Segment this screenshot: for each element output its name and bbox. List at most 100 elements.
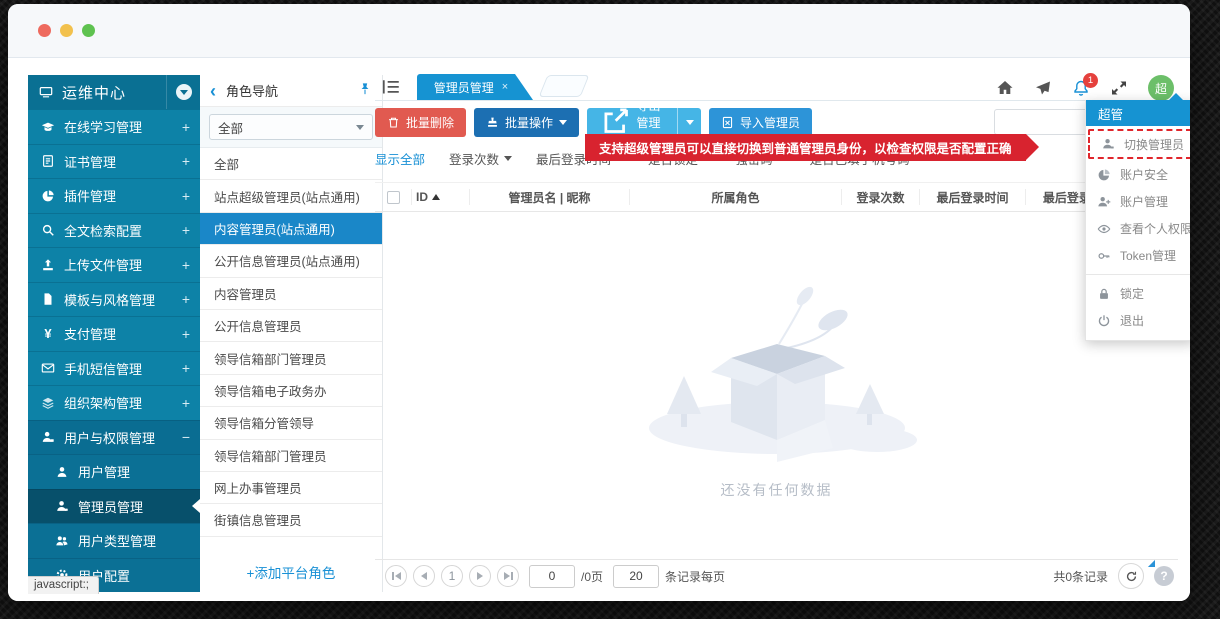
batch-operations-button[interactable]: 批量操作 [474,108,579,137]
main-sidebar: 运维中心 在线学习管理 + 证书管理 + 插件管理 + 全文检索配置 [28,75,200,592]
expand-toggle[interactable]: + [182,395,190,411]
sidebar-subitem-user-management[interactable]: 用户管理 [28,454,200,489]
menu-item-view-permissions[interactable]: 查看个人权限 [1086,215,1190,242]
expand-toggle[interactable]: + [182,360,190,376]
role-item[interactable]: 领导信箱电子政务办 [200,375,382,407]
expand-toggle[interactable]: + [182,188,190,204]
certificate-icon [40,153,56,169]
role-item-active[interactable]: 内容管理员(站点通用) [200,213,382,245]
graduation-cap-icon [40,119,56,135]
current-page-button[interactable]: 1 [441,565,463,587]
sidebar-item-templates[interactable]: 模板与风格管理 + [28,282,200,317]
sidebar-item-fulltext-search[interactable]: 全文检索配置 + [28,213,200,248]
sidebar-collapse-button[interactable] [166,75,200,109]
page-size-input[interactable] [613,565,659,588]
chevron-down-icon [356,125,364,130]
menu-item-account-management[interactable]: 账户管理 [1086,188,1190,215]
minimize-window-button[interactable] [60,24,73,37]
role-filter-select[interactable]: 全部 [209,114,373,140]
import-admins-button[interactable]: 导入管理员 [709,108,812,137]
help-icon[interactable]: ? [1154,566,1174,586]
select-all-checkbox[interactable] [387,191,400,204]
sidebar-item-plugins[interactable]: 插件管理 + [28,178,200,213]
pagination-right: 共0条记录 ? [1053,563,1174,589]
export-icon [599,108,630,137]
prev-page-button[interactable] [413,565,435,587]
role-item[interactable]: 领导信箱分管领导 [200,407,382,439]
expand-toggle[interactable]: + [182,257,190,273]
tab-admin-management[interactable]: 管理员管理 × [417,74,533,100]
pie-chart-icon [40,188,56,204]
batch-delete-button[interactable]: 批量删除 [375,108,466,137]
notifications-bell-icon[interactable]: 1 [1072,79,1090,97]
menu-item-account-security[interactable]: 账户安全 [1086,161,1190,188]
role-item[interactable]: 街镇信息管理员 [200,504,382,536]
user-icon [54,464,70,480]
add-platform-role-link[interactable]: +添加平台角色 [200,562,382,582]
notification-badge: 1 [1083,73,1098,88]
sidebar-item-online-learning[interactable]: 在线学习管理 + [28,109,200,144]
filter-show-all[interactable]: 显示全部 [375,149,425,168]
expand-toggle[interactable]: + [182,291,190,307]
sidebar-subitem-admin-management[interactable]: 管理员管理 [28,489,200,524]
sidebar-subitem-user-types[interactable]: 用户类型管理 [28,523,200,558]
menu-item-lock[interactable]: 锁定 [1086,280,1190,307]
role-item[interactable]: 全部 [200,148,382,180]
column-admin-name: 管理员名 | 昵称 [469,189,629,205]
role-item[interactable]: 公开信息管理员 [200,310,382,342]
export-admins-split-button[interactable]: 导出管理员 [587,108,701,137]
toolbar: 批量删除 批量操作 导出管理员 导入管理员 [375,107,1178,137]
export-dropdown-button[interactable] [677,108,701,137]
user-dropdown-menu: 超管 切换管理员 账户安全 账户管理 查看个人权限 Toke [1085,100,1190,341]
expand-toggle[interactable]: + [182,119,190,135]
menu-item-switch-admin[interactable]: 切换管理员 [1090,131,1190,157]
role-item[interactable]: 领导信箱部门管理员 [200,440,382,472]
sidebar-item-payments[interactable]: ¥ 支付管理 + [28,316,200,351]
table-header: ID 管理员名 | 昵称 所属角色 登录次数 最后登录时间 最后登录IP 强密码 [375,182,1178,212]
export-admins-button[interactable]: 导出管理员 [587,108,677,137]
sidebar-item-users-permissions[interactable]: 用户与权限管理 − [28,420,200,455]
sidebar-item-certificates[interactable]: 证书管理 + [28,144,200,179]
user-plus-icon [1096,194,1112,210]
filter-login-count[interactable]: 登录次数 [449,149,512,168]
role-item[interactable]: 站点超级管理员(站点通用) [200,180,382,212]
fullscreen-icon[interactable] [1110,79,1128,97]
close-tab-icon[interactable]: × [502,81,508,93]
eye-icon [1096,221,1112,237]
next-page-button[interactable] [469,565,491,587]
menu-item-logout[interactable]: 退出 [1086,307,1190,334]
search-icon [40,222,56,238]
refresh-button[interactable] [1118,563,1144,589]
role-item[interactable]: 公开信息管理员(站点通用) [200,245,382,277]
tab-bar: 管理员管理 × 1 [375,75,1178,101]
role-item[interactable]: 领导信箱部门管理员 [200,342,382,374]
expand-toggle[interactable]: + [182,153,190,169]
collapse-panel-button[interactable]: ‹ [210,82,216,100]
sidebar-item-upload-files[interactable]: 上传文件管理 + [28,247,200,282]
paper-plane-icon[interactable] [1034,79,1052,97]
users-icon [54,533,70,549]
toggle-panel-icon[interactable] [381,78,401,96]
pin-icon[interactable] [358,82,372,99]
close-window-button[interactable] [38,24,51,37]
column-id[interactable]: ID [411,189,469,205]
page-number-input[interactable] [529,565,575,588]
yen-icon: ¥ [40,326,56,342]
home-icon[interactable] [996,79,1014,97]
expand-toggle[interactable]: + [182,222,190,238]
menu-divider [1086,274,1190,275]
zoom-window-button[interactable] [82,24,95,37]
sidebar-item-sms[interactable]: 手机短信管理 + [28,351,200,386]
last-page-button[interactable] [497,565,519,587]
first-page-button[interactable] [385,565,407,587]
collapse-toggle[interactable]: − [182,429,190,445]
role-item[interactable]: 内容管理员 [200,278,382,310]
callout-banner: 支持超级管理员可以直接切换到普通管理员身份，以检查权限是否配置正确 [585,134,1026,161]
traffic-lights [38,24,95,37]
envelope-icon [40,360,56,376]
sidebar-item-org-structure[interactable]: 组织架构管理 + [28,385,200,420]
expand-toggle[interactable]: + [182,326,190,342]
role-item[interactable]: 网上办事管理员 [200,472,382,504]
caret-down-icon [504,156,512,161]
menu-item-token-management[interactable]: Token管理 [1086,242,1190,269]
